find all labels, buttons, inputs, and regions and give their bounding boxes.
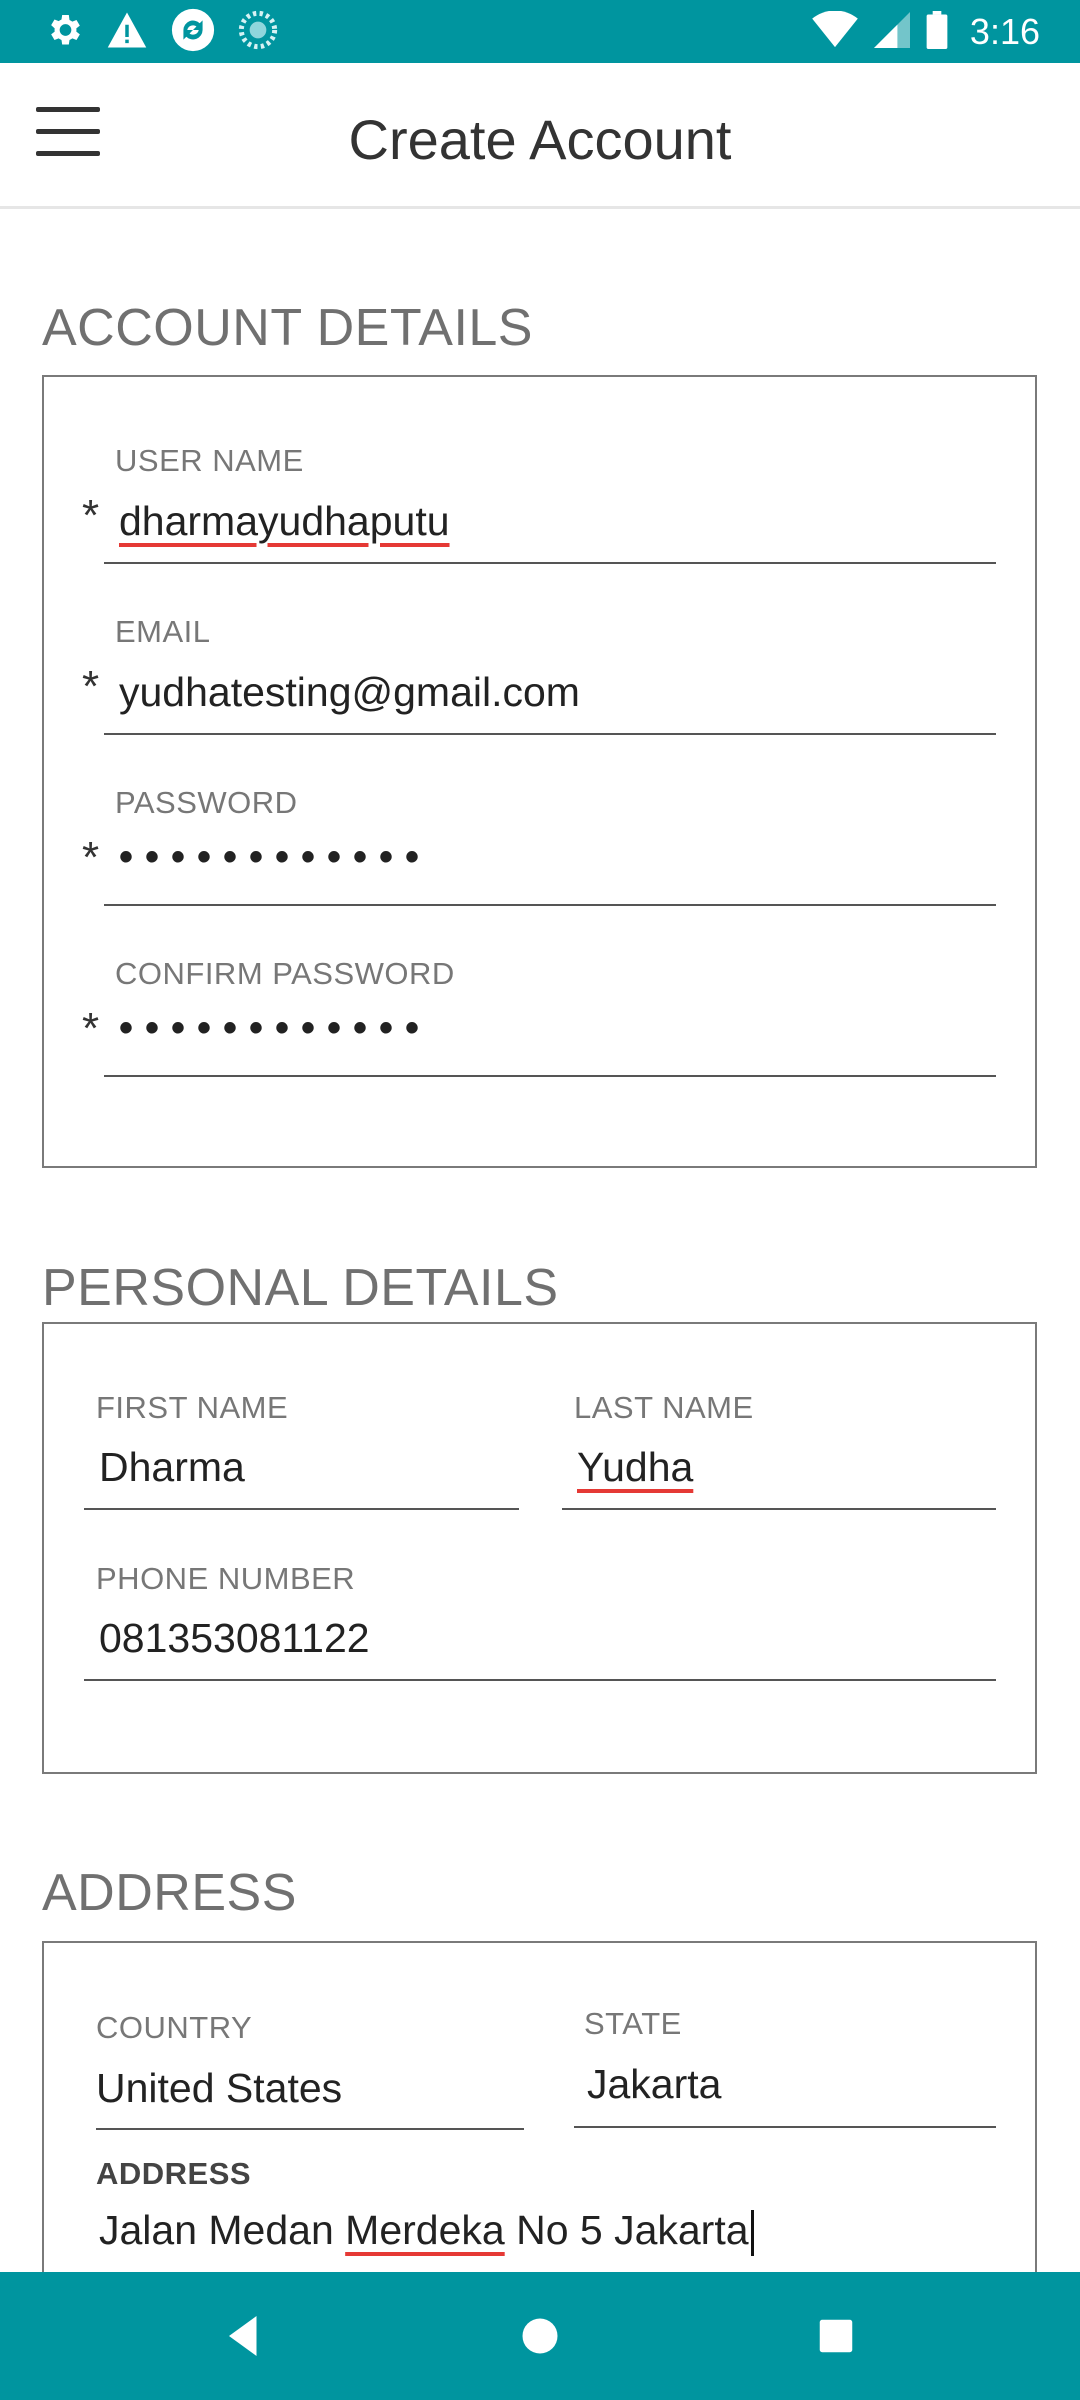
email-label: EMAIL (115, 614, 211, 649)
first-name-field[interactable]: Dharma (99, 1444, 245, 1491)
recents-icon[interactable] (806, 2306, 866, 2366)
confirm-password-field[interactable]: •••••••••••• (119, 1006, 431, 1051)
first-name-underline (84, 1508, 519, 1510)
last-name-value: Yudha (577, 1444, 694, 1490)
back-icon[interactable] (214, 2306, 274, 2366)
username-underline (104, 562, 996, 564)
app-bar: Create Account (0, 63, 1080, 209)
page-title: Create Account (348, 108, 732, 171)
username-value: dharmayudhaputu (119, 498, 450, 544)
state-label: STATE (584, 2006, 682, 2041)
address-value-part1: Jalan Medan (99, 2207, 346, 2253)
gear-icon (44, 10, 84, 55)
state-field[interactable]: Jakarta (587, 2061, 721, 2108)
text-cursor (750, 2210, 754, 2257)
password-field[interactable]: •••••••••••• (119, 835, 431, 880)
navigation-bar (0, 2272, 1080, 2400)
account-details-box: USER NAME * dharmayudhaputu EMAIL * yudh… (42, 375, 1037, 1168)
personal-details-title: PERSONAL DETAILS (42, 1259, 559, 1317)
state-underline (574, 2126, 996, 2128)
confirm-password-label: CONFIRM PASSWORD (115, 956, 455, 991)
email-required: * (82, 662, 100, 711)
username-required: * (82, 491, 100, 540)
address-value-part3: No 5 Jakarta (504, 2207, 749, 2253)
loading-icon (238, 10, 278, 55)
password-required: * (82, 833, 100, 882)
account-details-title: ACCOUNT DETAILS (42, 299, 533, 357)
warning-icon (106, 10, 148, 55)
email-field[interactable]: yudhatesting@gmail.com (119, 669, 580, 716)
status-time: 3:16 (969, 11, 1040, 52)
personal-details-box: FIRST NAME Dharma LAST NAME Yudha PHONE … (42, 1322, 1037, 1774)
confirm-password-required: * (82, 1004, 100, 1053)
first-name-label: FIRST NAME (96, 1390, 289, 1425)
password-label: PASSWORD (115, 785, 298, 820)
address-title: ADDRESS (42, 1864, 297, 1922)
phone-underline (84, 1679, 996, 1681)
last-name-field[interactable]: Yudha (577, 1444, 693, 1491)
email-underline (104, 733, 996, 735)
phone-label: PHONE NUMBER (96, 1561, 356, 1596)
signal-icon (873, 11, 910, 53)
wifi-icon (812, 9, 858, 54)
country-underline (96, 2128, 524, 2130)
address-value-misspelled: Merdeka (345, 2207, 505, 2253)
password-underline (104, 904, 996, 906)
last-name-underline (562, 1508, 996, 1510)
battery-icon (926, 10, 948, 54)
sync-icon (170, 7, 216, 58)
status-bar: 3:16 (0, 0, 1080, 63)
home-icon[interactable] (510, 2306, 570, 2366)
username-label: USER NAME (115, 443, 304, 478)
phone-field[interactable]: 081353081122 (99, 1615, 370, 1662)
last-name-label: LAST NAME (574, 1390, 754, 1425)
address-field[interactable]: Jalan Medan Merdeka No 5 Jakarta (99, 2207, 754, 2257)
confirm-password-underline (104, 1075, 996, 1077)
address-label: ADDRESS (96, 2156, 252, 2191)
country-select[interactable]: United States (96, 2065, 342, 2112)
username-field[interactable]: dharmayudhaputu (119, 498, 450, 545)
country-label: COUNTRY (96, 2010, 253, 2045)
